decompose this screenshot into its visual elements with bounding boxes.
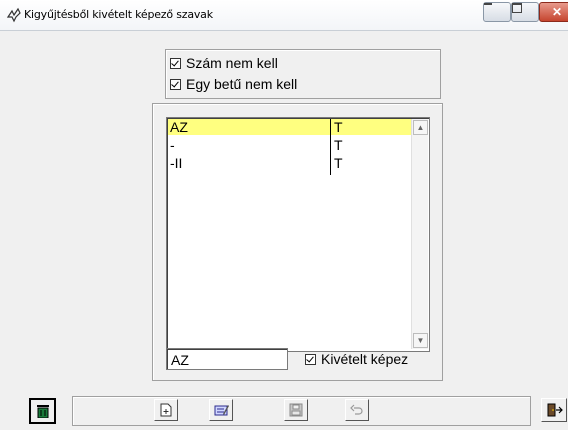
list-item-flag: T — [334, 119, 343, 135]
window-titlebar: Kigyűjtésből kivételt képező szavak ✕ — [0, 0, 568, 31]
undo-icon — [350, 404, 363, 415]
scroll-up-icon[interactable]: ▲ — [413, 120, 428, 135]
minimize-button[interactable] — [483, 2, 511, 22]
no-number-checkbox[interactable] — [170, 57, 181, 69]
no-single-letter-label: Egy betű nem kell — [186, 76, 298, 92]
new-button[interactable] — [154, 399, 178, 421]
no-number-option[interactable]: Szám nem kell — [170, 54, 278, 72]
list-item[interactable]: - T — [168, 137, 411, 153]
list-scrollbar[interactable]: ▲ ▼ — [411, 119, 428, 349]
exception-checkbox[interactable] — [305, 353, 316, 365]
no-number-label: Szám nem kell — [186, 55, 278, 71]
trash-icon — [37, 405, 49, 418]
list-item[interactable]: -II T — [168, 155, 411, 171]
exit-button[interactable] — [541, 398, 567, 422]
save-disk-icon — [289, 403, 303, 417]
no-single-letter-checkbox[interactable] — [170, 78, 181, 90]
scroll-down-icon[interactable]: ▼ — [413, 333, 428, 348]
edit-button[interactable] — [209, 399, 233, 421]
new-document-icon — [160, 403, 172, 417]
exception-option[interactable]: Kivételt képez — [305, 350, 408, 368]
close-icon: ✕ — [551, 5, 563, 19]
exception-label: Kivételt képez — [321, 351, 409, 367]
column-divider — [330, 119, 331, 175]
list-item-flag: T — [334, 155, 343, 171]
edit-pencil-icon — [214, 405, 229, 416]
close-button[interactable]: ✕ — [539, 2, 568, 22]
undo-button[interactable] — [345, 399, 369, 421]
minimize-icon — [484, 3, 492, 5]
no-single-letter-option[interactable]: Egy betű nem kell — [170, 75, 297, 93]
list-item-word: - — [170, 137, 175, 153]
save-button[interactable] — [284, 399, 308, 421]
list-item-word: -II — [170, 155, 183, 171]
app-bird-icon — [6, 7, 21, 23]
exit-door-icon — [547, 403, 563, 417]
list-item-flag: T — [334, 137, 343, 153]
list-item[interactable]: AZ T — [168, 119, 411, 135]
word-list[interactable]: AZ T - T -II T ▲ ▼ — [166, 117, 430, 352]
maximize-button[interactable] — [511, 2, 539, 22]
maximize-icon — [512, 3, 522, 13]
window-title: Kigyűjtésből kivételt képező szavak — [24, 8, 213, 21]
delete-button[interactable] — [29, 398, 56, 424]
word-input[interactable]: AZ — [166, 348, 288, 370]
list-item-word: AZ — [170, 119, 188, 135]
record-toolbar — [72, 396, 531, 426]
